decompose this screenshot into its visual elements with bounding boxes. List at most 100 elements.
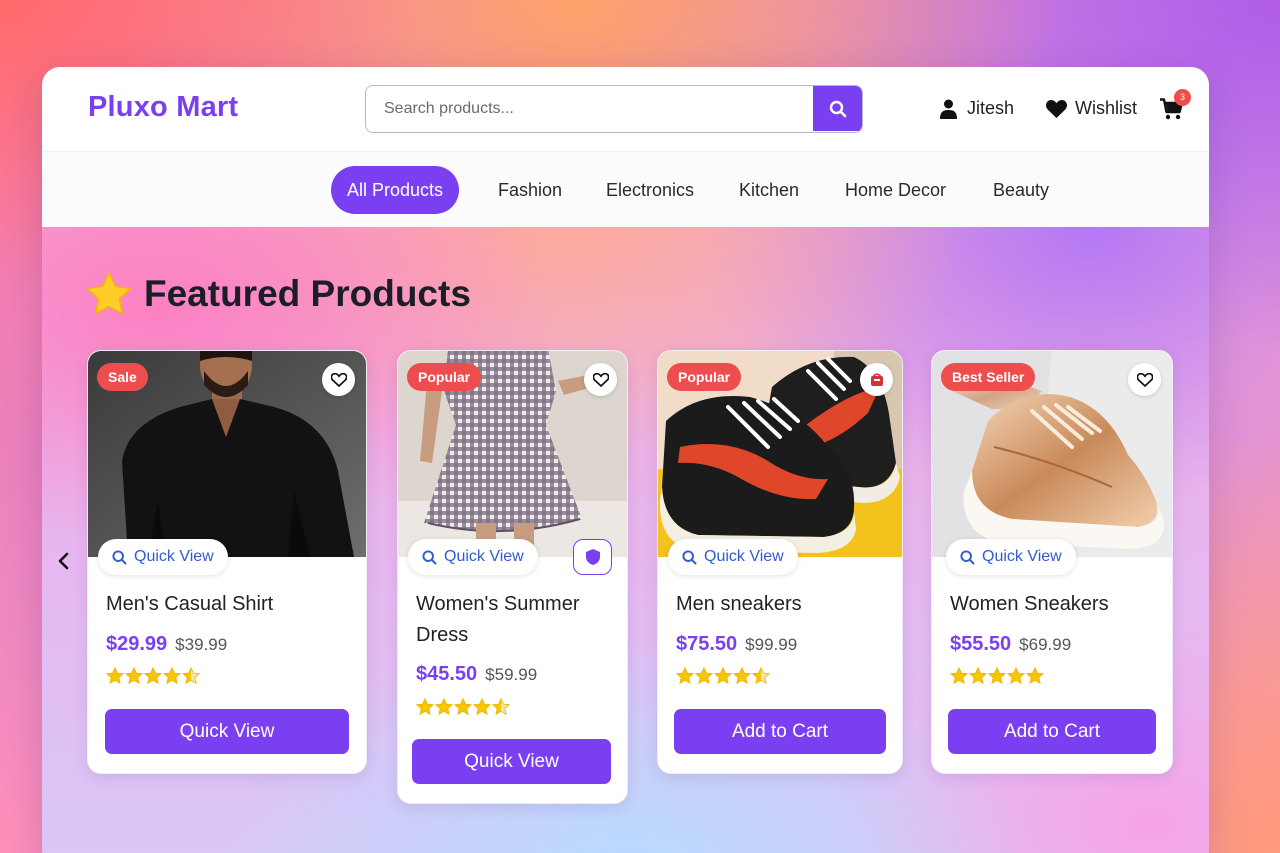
heart-outline-icon <box>1136 372 1153 387</box>
rating-stars <box>676 667 770 684</box>
product-name[interactable]: Men's Casual Shirt <box>106 589 273 620</box>
star-icon <box>86 272 132 315</box>
original-price: $59.99 <box>485 665 538 684</box>
product-name[interactable]: Men sneakers <box>676 589 802 620</box>
wishlist-toggle-button[interactable] <box>322 363 355 396</box>
heart-outline-icon <box>592 372 609 387</box>
star-icon <box>733 667 751 684</box>
current-price: $45.50 <box>416 663 478 685</box>
wishlist-toggle-button[interactable] <box>860 363 893 396</box>
cart-button[interactable]: 3 <box>1160 89 1191 124</box>
quick-view-label: Quick View <box>134 548 214 565</box>
search-button[interactable] <box>813 86 862 131</box>
cart-count-badge: 3 <box>1174 89 1191 106</box>
tab-all-products[interactable]: All Products <box>331 166 460 214</box>
quick-view-button[interactable]: Quick View <box>412 739 611 784</box>
product-name[interactable]: Women Sneakers <box>950 589 1109 620</box>
quick-view-label: Quick View <box>704 548 784 565</box>
current-price: $75.50 <box>676 633 738 655</box>
product-price: $45.50 $59.99 <box>416 663 537 686</box>
tab-fashion[interactable]: Fashion <box>498 166 562 214</box>
wishlist-label: Wishlist <box>1075 98 1137 118</box>
user-icon <box>940 99 957 119</box>
shield-icon <box>585 549 600 565</box>
search-bar <box>365 85 863 133</box>
header: Pluxo Mart Jitesh Wishlist <box>42 67 1209 151</box>
star-icon <box>454 698 472 715</box>
user-name: Jitesh <box>967 98 1015 118</box>
heart-icon <box>1046 99 1067 118</box>
star-icon <box>969 667 987 684</box>
star-icon <box>492 698 510 715</box>
product-name[interactable]: Women's Summer Dress <box>416 589 616 651</box>
search-icon <box>682 549 697 564</box>
wishlist-toggle-button[interactable] <box>584 363 617 396</box>
tab-beauty[interactable]: Beauty <box>993 166 1049 214</box>
tab-home-decor[interactable]: Home Decor <box>845 166 946 214</box>
logo[interactable]: Pluxo Mart <box>88 91 238 124</box>
star-icon <box>182 667 200 684</box>
tab-electronics[interactable]: Electronics <box>606 166 694 214</box>
user-account-link[interactable]: Jitesh <box>940 98 1014 119</box>
rating-stars <box>950 667 1044 684</box>
product-card: Best Seller Quick View Women Sneakers $5… <box>931 350 1173 774</box>
product-price: $75.50 $99.99 <box>676 633 797 656</box>
product-badge: Best Seller <box>941 363 1036 391</box>
quick-view-label: Quick View <box>444 548 524 565</box>
add-to-cart-button[interactable]: Add to Cart <box>674 709 886 754</box>
wishlist-link[interactable]: Wishlist <box>1046 98 1137 119</box>
current-price: $55.50 <box>950 633 1012 655</box>
star-icon <box>144 667 162 684</box>
star-icon <box>125 667 143 684</box>
star-icon <box>1007 667 1025 684</box>
wishlist-toggle-button[interactable] <box>1128 363 1161 396</box>
quick-view-pill[interactable]: Quick View <box>946 539 1076 575</box>
product-price: $55.50 $69.99 <box>950 633 1071 656</box>
product-card: Sale Quick View Men's Casual Shirt $29.9… <box>87 350 367 774</box>
star-icon <box>695 667 713 684</box>
star-icon <box>435 698 453 715</box>
search-input[interactable] <box>366 86 814 131</box>
section-header: Featured Products <box>86 272 471 316</box>
product-card: Popular Quick View Men sneakers $75.50 $… <box>657 350 903 774</box>
quick-view-pill[interactable]: Quick View <box>408 539 538 575</box>
quick-view-button[interactable]: Quick View <box>105 709 349 754</box>
search-icon <box>960 549 975 564</box>
star-icon <box>1026 667 1044 684</box>
rating-stars <box>416 698 510 715</box>
star-icon <box>752 667 770 684</box>
quick-view-pill[interactable]: Quick View <box>98 539 228 575</box>
search-icon <box>422 549 437 564</box>
product-badge: Popular <box>667 363 742 391</box>
star-icon <box>106 667 124 684</box>
add-to-cart-button[interactable]: Add to Cart <box>948 709 1156 754</box>
compare-button[interactable] <box>573 539 612 575</box>
star-icon <box>714 667 732 684</box>
star-icon <box>416 698 434 715</box>
original-price: $99.99 <box>745 635 798 654</box>
quick-view-pill[interactable]: Quick View <box>668 539 798 575</box>
original-price: $69.99 <box>1019 635 1072 654</box>
app-window: Pluxo Mart Jitesh Wishlist <box>42 67 1209 853</box>
tab-kitchen[interactable]: Kitchen <box>739 166 799 214</box>
category-nav: All Products Fashion Electronics Kitchen… <box>42 151 1209 227</box>
product-badge: Popular <box>407 363 482 391</box>
original-price: $39.99 <box>175 635 228 654</box>
current-price: $29.99 <box>106 633 168 655</box>
star-icon <box>988 667 1006 684</box>
section-title: Featured Products <box>144 273 471 314</box>
quick-view-label: Quick View <box>982 548 1062 565</box>
star-icon <box>676 667 694 684</box>
product-badge: Sale <box>97 363 148 391</box>
heart-outline-icon <box>330 372 347 387</box>
product-price: $29.99 $39.99 <box>106 633 227 656</box>
star-icon <box>163 667 181 684</box>
search-icon <box>112 549 127 564</box>
bag-icon <box>870 372 883 386</box>
chevron-left-icon[interactable] <box>54 551 74 571</box>
search-icon <box>829 100 846 117</box>
star-icon <box>473 698 491 715</box>
rating-stars <box>106 667 200 684</box>
star-icon <box>950 667 968 684</box>
product-card: Popular Quick View Women's Summer Dress … <box>397 350 628 804</box>
